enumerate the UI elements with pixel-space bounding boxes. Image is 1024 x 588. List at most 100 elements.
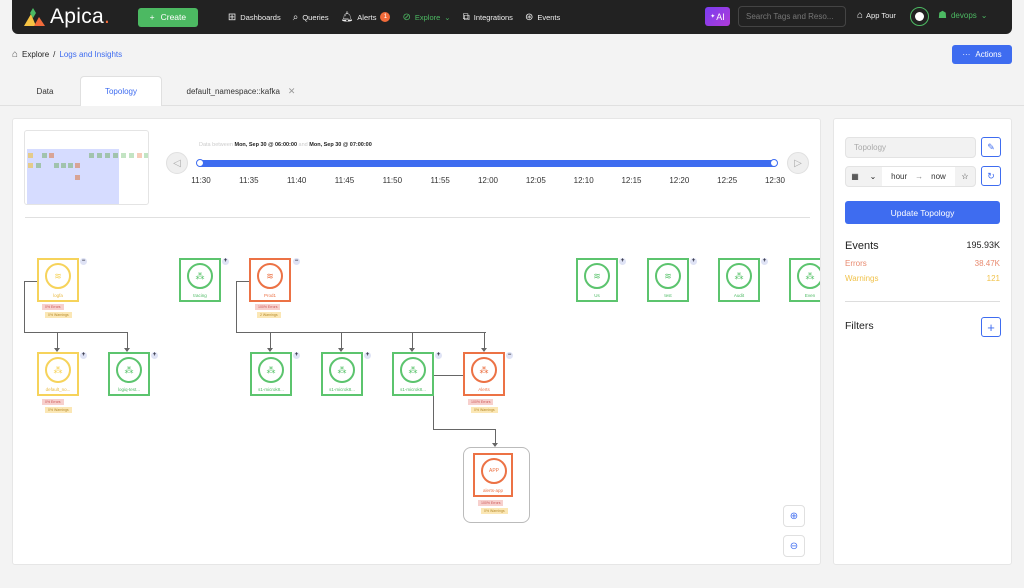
expand-toggle[interactable]: + xyxy=(293,352,300,359)
range-to[interactable]: now xyxy=(931,172,946,181)
minimap-node xyxy=(97,153,102,158)
minimap-node xyxy=(28,153,33,158)
nav-explore[interactable]: ⊘ Explore ⌄ xyxy=(402,12,450,23)
topology-node-s1-microk8-c[interactable]: ⁂ s1-microk8... xyxy=(392,352,434,396)
chevron-down-icon: ⌄ xyxy=(444,12,451,22)
refresh-button[interactable]: ↻ xyxy=(981,166,1001,186)
layers-icon: ≋ xyxy=(655,263,681,289)
tab-bar: Data Topology default_namespace::kafka ✕ xyxy=(0,76,1024,106)
topology-node-alerts-app[interactable]: APP alerts-app xyxy=(473,453,513,497)
cluster-icon: ⁂ xyxy=(471,357,497,383)
divider xyxy=(25,217,810,218)
expand-toggle[interactable]: + xyxy=(222,258,229,265)
nav-integrations[interactable]: ⧉ Integrations xyxy=(463,12,513,23)
topology-node-logfa[interactable]: ≋ logfa xyxy=(37,258,79,302)
nav-alerts[interactable]: 🔔︎ Alerts 1 xyxy=(341,12,391,23)
timeline-prev-button[interactable]: ◁ xyxy=(166,152,188,174)
topology-node-default-namespace[interactable]: ⁂ default_no... xyxy=(37,352,79,396)
breadcrumb-root[interactable]: Explore xyxy=(22,50,49,59)
star-icon[interactable]: ☆ xyxy=(955,167,975,186)
topology-node-tracing[interactable]: ⁂ tracing xyxy=(179,258,221,302)
nav-events[interactable]: ⊛ Events xyxy=(525,12,560,23)
minimap-node xyxy=(121,153,126,158)
brand-name: Apica xyxy=(50,5,105,28)
topology-side-panel: Topology ✎ ▦ ⌄ hour → now ☆ ↻ Update Top… xyxy=(833,118,1012,565)
close-tab-icon[interactable]: ✕ xyxy=(288,86,296,97)
edge xyxy=(433,429,496,430)
timeline-tick: 12:05 xyxy=(525,176,546,185)
home-icon[interactable]: ⌂ xyxy=(12,49,18,60)
minimap[interactable] xyxy=(24,130,149,205)
timeline-start-handle[interactable] xyxy=(196,159,204,167)
layers-icon: ≋ xyxy=(257,263,283,289)
topology-node-logiq-test[interactable]: ⁂ logiq-test... xyxy=(108,352,150,396)
theme-toggle[interactable] xyxy=(910,7,929,26)
minimap-node xyxy=(54,163,59,168)
topology-node-alerts[interactable]: ⁂ Alerts xyxy=(463,352,505,396)
arrow-right-icon: → xyxy=(915,172,924,181)
divider xyxy=(845,301,1000,302)
timeline-next-button[interactable]: ▷ xyxy=(787,152,809,174)
edge xyxy=(236,281,237,332)
breadcrumb: ⌂ Explore / Logs and Insights xyxy=(12,49,123,60)
calendar-icon[interactable]: ▦ xyxy=(846,167,864,186)
add-filter-button[interactable]: + xyxy=(981,317,1001,337)
ai-button[interactable]: ✦ AI xyxy=(705,7,730,26)
error-badge: 0% Errors xyxy=(42,304,64,310)
topology-node-test[interactable]: ≋ test xyxy=(647,258,689,302)
edge xyxy=(412,332,413,349)
expand-toggle[interactable]: + xyxy=(151,352,158,359)
cluster-icon: ⁂ xyxy=(258,357,284,383)
topology-node-prod1[interactable]: ≋ Prod1 xyxy=(249,258,291,302)
chevron-down-icon[interactable]: ⌄ xyxy=(864,167,882,186)
user-menu[interactable]: ☗ devops ⌄ xyxy=(938,10,987,21)
app-tour-button[interactable]: ⌂ App Tour xyxy=(857,10,896,21)
timeline-end-handle[interactable] xyxy=(770,159,778,167)
time-range-picker[interactable]: ▦ ⌄ hour → now ☆ xyxy=(845,166,976,187)
zoom-out-button[interactable]: ⊖ xyxy=(783,535,805,557)
create-button[interactable]: + Create xyxy=(137,7,198,27)
timeline-ticks: 11:30 11:35 11:40 11:45 11:50 11:55 12:00 12:05… xyxy=(189,176,789,188)
expand-toggle[interactable]: + xyxy=(761,258,768,265)
expand-toggle[interactable]: + xyxy=(364,352,371,359)
topology-name-input[interactable]: Topology xyxy=(845,137,976,158)
collapse-toggle[interactable]: − xyxy=(80,258,87,265)
breadcrumb-current[interactable]: Logs and Insights xyxy=(59,50,122,59)
collapse-toggle[interactable]: − xyxy=(506,352,513,359)
topology-node-events[interactable]: ⁂ Even xyxy=(789,258,820,302)
zoom-in-button[interactable]: ⊕ xyxy=(783,505,805,527)
timeline-tick: 12:20 xyxy=(669,176,690,185)
filters-heading: Filters xyxy=(845,320,874,332)
topology-node-s1-microk8-a[interactable]: ⁂ s1-microk8... xyxy=(250,352,292,396)
app-icon: APP xyxy=(481,458,507,484)
expand-toggle[interactable]: + xyxy=(435,352,442,359)
update-topology-button[interactable]: Update Topology xyxy=(845,201,1000,224)
edit-button[interactable]: ✎ xyxy=(981,137,1001,157)
topology-node-s1-microk8-b[interactable]: ⁂ s1-microk8... xyxy=(321,352,363,396)
tab-kafka[interactable]: default_namespace::kafka ✕ xyxy=(176,76,306,106)
compass-icon: ⊘ xyxy=(402,11,411,23)
actions-button[interactable]: ··· Actions xyxy=(952,45,1012,64)
timeline-slider[interactable] xyxy=(196,159,778,167)
tab-data[interactable]: Data xyxy=(12,76,78,106)
nav-dashboards[interactable]: ⊞ Dashboards xyxy=(228,12,281,23)
collapse-toggle[interactable]: − xyxy=(293,258,300,265)
global-search-input[interactable]: Search Tags and Reso... xyxy=(738,6,846,27)
topology-node-audit[interactable]: ⁂ Audit xyxy=(718,258,760,302)
apica-logo[interactable]: Apica. xyxy=(24,5,110,29)
tab-topology[interactable]: Topology xyxy=(80,76,162,106)
expand-toggle[interactable]: + xyxy=(80,352,87,359)
range-from[interactable]: hour xyxy=(891,172,907,181)
layers-icon: ≋ xyxy=(45,263,71,289)
edge xyxy=(127,332,128,349)
topology-node-us[interactable]: ≋ Us xyxy=(576,258,618,302)
minimap-node xyxy=(68,163,73,168)
expand-toggle[interactable]: + xyxy=(619,258,626,265)
expand-toggle[interactable]: + xyxy=(690,258,697,265)
nav-queries[interactable]: ⌕ Queries xyxy=(293,12,329,23)
warnings-stat: Warnings 121 xyxy=(845,274,1000,283)
edge xyxy=(236,332,486,333)
apica-logo-icon xyxy=(24,8,45,26)
timeline-tick: 12:10 xyxy=(573,176,594,185)
topology-canvas[interactable]: Data between Mon, Sep 30 @ 06:00:00 and … xyxy=(12,118,821,565)
